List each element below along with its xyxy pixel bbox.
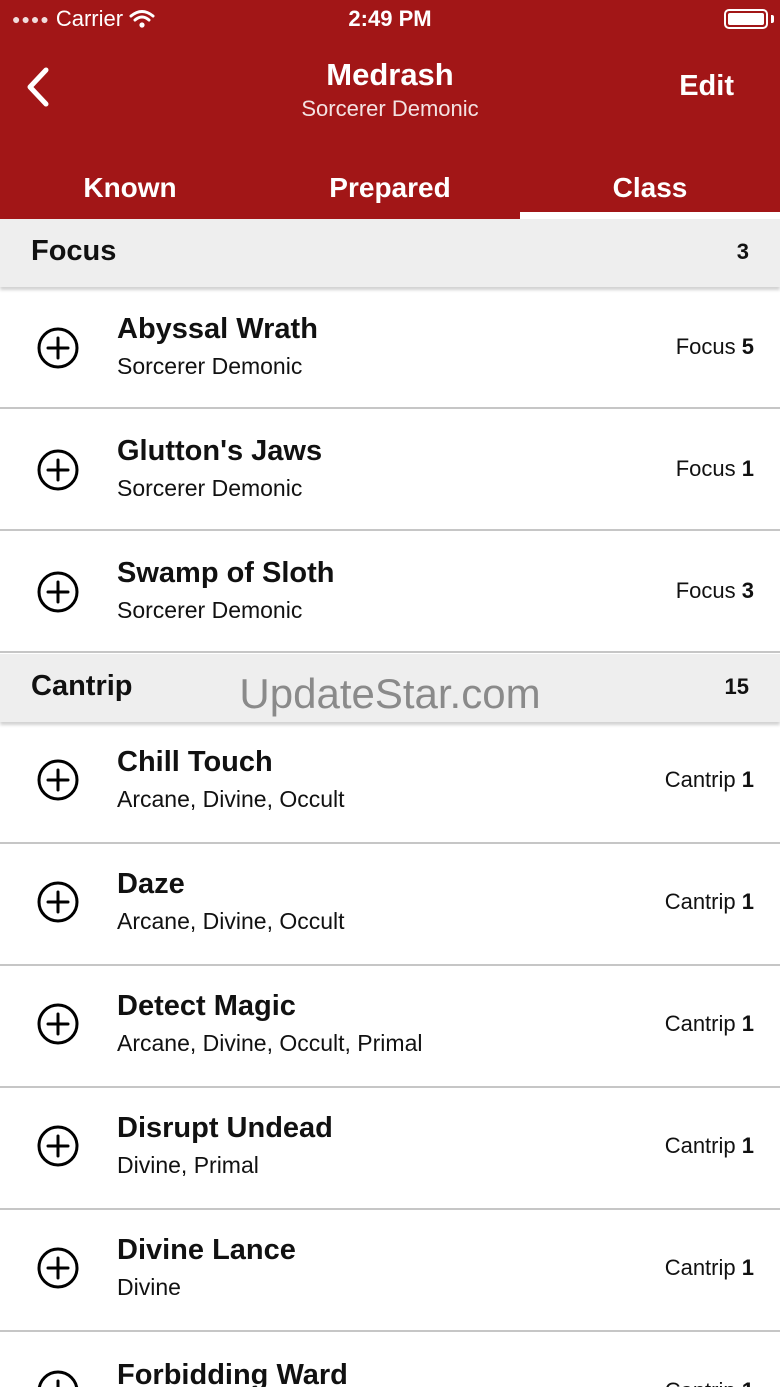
spell-type: Cantrip: [664, 889, 736, 914]
section-header-focus: Focus 3: [0, 219, 780, 287]
add-circle-icon[interactable]: [36, 326, 80, 370]
spell-level: Cantrip 1: [665, 1378, 754, 1387]
spell-level-number: 1: [741, 1011, 754, 1036]
tab-known[interactable]: Known: [0, 160, 260, 219]
spell-name: Abyssal Wrath: [117, 313, 318, 345]
spell-level-number: 1: [742, 1378, 754, 1387]
spell-level-number: 1: [741, 767, 754, 792]
spell-level-number: 1: [741, 456, 754, 481]
add-circle-icon[interactable]: [36, 880, 80, 924]
spell-source: Arcane, Divine, Occult, Primal: [117, 1030, 423, 1056]
list-item[interactable]: Disrupt Undead Divine, Primal Cantrip 1: [0, 1088, 780, 1210]
list-item[interactable]: Glutton's Jaws Sorcerer Demonic Focus 1: [0, 409, 780, 531]
spell-source: Divine, Primal: [117, 1152, 259, 1178]
app-header: ●●●● Carrier 2:49 PM Medrash Sorcerer De…: [0, 0, 780, 219]
edit-button[interactable]: Edit: [679, 70, 734, 103]
list-item[interactable]: Divine Lance Divine Cantrip 1: [0, 1210, 780, 1332]
watermark-text: UpdateStar.com: [239, 670, 541, 717]
spell-name: Detect Magic: [117, 990, 296, 1022]
spell-name: Daze: [117, 868, 185, 900]
spell-type: Cantrip: [665, 1378, 736, 1387]
spell-type: Focus: [675, 578, 736, 603]
list-item[interactable]: Daze Arcane, Divine, Occult Cantrip 1: [0, 844, 780, 966]
spell-level: Cantrip 1: [665, 1011, 754, 1037]
spell-type: Cantrip: [664, 1011, 736, 1036]
nav-title-group: Medrash Sorcerer Demonic: [0, 56, 780, 124]
spell-level: Cantrip 1: [665, 889, 754, 915]
spell-type: Cantrip: [664, 1255, 736, 1280]
spell-source: Sorcerer Demonic: [117, 597, 303, 623]
spell-level: Focus 5: [676, 334, 754, 360]
add-circle-icon[interactable]: [36, 1124, 80, 1168]
spell-type: Cantrip: [664, 1133, 736, 1158]
spell-source: Sorcerer Demonic: [117, 353, 303, 379]
spell-level-number: 5: [741, 334, 754, 359]
spell-level: Cantrip 1: [665, 767, 754, 793]
spell-name: Glutton's Jaws: [117, 435, 323, 467]
battery-cap: [771, 15, 774, 23]
spell-level: Focus 1: [676, 456, 754, 482]
spell-level-number: 1: [741, 1255, 754, 1280]
list-item[interactable]: Detect Magic Arcane, Divine, Occult, Pri…: [0, 966, 780, 1088]
spell-name: Divine Lance: [117, 1234, 296, 1266]
spell-name: Disrupt Undead: [117, 1112, 333, 1144]
list-item[interactable]: Swamp of Sloth Sorcerer Demonic Focus 3: [0, 531, 780, 653]
spell-name: Forbidding Ward: [117, 1359, 348, 1387]
spell-level-number: 1: [741, 889, 754, 914]
spell-source: Arcane, Divine, Occult: [117, 908, 345, 934]
spell-source: Divine: [117, 1274, 181, 1300]
spell-level-number: 3: [741, 578, 754, 603]
add-circle-icon[interactable]: [36, 1002, 80, 1046]
add-circle-icon[interactable]: [36, 448, 80, 492]
add-circle-icon[interactable]: [36, 1369, 80, 1387]
spell-level: Cantrip 1: [665, 1255, 754, 1281]
spell-type: Focus: [675, 456, 736, 481]
spell-source: Sorcerer Demonic: [117, 475, 303, 501]
list-item[interactable]: Abyssal Wrath Sorcerer Demonic Focus 5: [0, 287, 780, 409]
section-count: 3: [736, 239, 749, 264]
section-title: Focus: [31, 235, 117, 267]
tab-bar: Known Prepared Class: [0, 160, 780, 219]
status-bar: ●●●● Carrier 2:49 PM: [0, 0, 780, 38]
spell-type: Focus: [675, 334, 736, 359]
spell-source: Arcane, Divine, Occult: [117, 786, 345, 812]
list-item[interactable]: Forbidding Ward Cantrip 1: [0, 1333, 780, 1387]
spell-type: Cantrip: [664, 767, 736, 792]
add-circle-icon[interactable]: [36, 758, 80, 802]
spell-name: Swamp of Sloth: [117, 557, 335, 589]
tab-prepared[interactable]: Prepared: [260, 160, 520, 219]
spell-level-number: 1: [741, 1133, 754, 1158]
spell-level: Focus 3: [676, 578, 754, 604]
spell-name: Chill Touch: [117, 746, 273, 778]
status-time: 2:49 PM: [348, 6, 432, 31]
page-subtitle: Sorcerer Demonic: [301, 96, 479, 121]
add-circle-icon[interactable]: [36, 1246, 80, 1290]
add-circle-icon[interactable]: [36, 570, 80, 614]
list-item[interactable]: Chill Touch Arcane, Divine, Occult Cantr…: [0, 722, 780, 844]
page-title: Medrash: [326, 57, 454, 92]
battery-icon: [724, 9, 768, 29]
tab-class[interactable]: Class: [520, 160, 780, 219]
spell-level: Cantrip 1: [665, 1133, 754, 1159]
